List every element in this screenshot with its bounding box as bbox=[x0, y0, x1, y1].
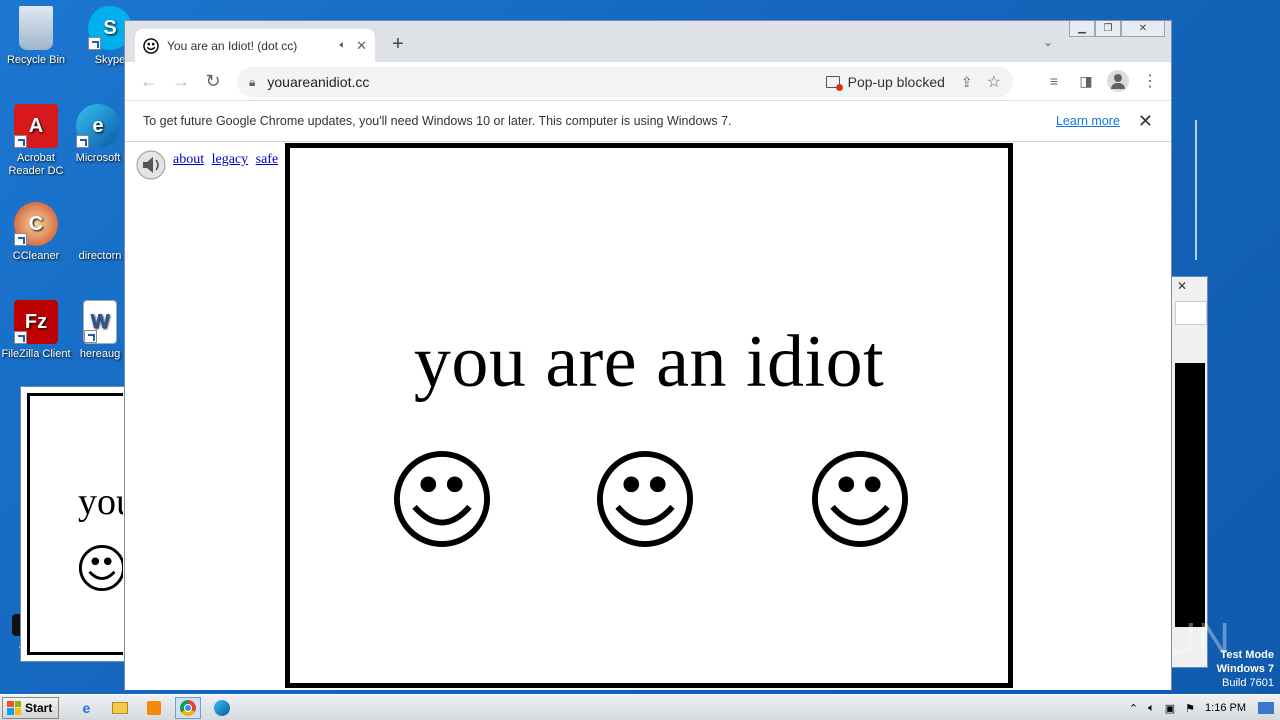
safe-link[interactable]: safe bbox=[256, 152, 279, 167]
desktop-icon-ccleaner[interactable]: C CCleaner bbox=[0, 202, 72, 263]
browser-toolbar: ← → ↻ 🔒︎ youareanidiot.cc Pop-up blocked… bbox=[125, 62, 1171, 100]
popup-text: you bbox=[78, 481, 123, 523]
menu-kebab-icon[interactable]: ⋮ bbox=[1139, 70, 1161, 92]
popup-blocked-indicator[interactable]: Pop-up blocked bbox=[825, 74, 945, 91]
popup-frame: you bbox=[27, 393, 123, 655]
media-control-icon[interactable]: ≡ bbox=[1043, 70, 1065, 92]
idiot-banner: you are an idiot bbox=[285, 143, 1013, 688]
lock-icon[interactable]: 🔒︎ bbox=[249, 75, 255, 90]
restore-icon[interactable]: ❐ bbox=[1095, 21, 1121, 37]
headline: you are an idiot bbox=[413, 321, 885, 403]
bookmark-star-icon[interactable]: ☆ bbox=[987, 72, 1001, 92]
popup-blocked-label: Pop-up blocked bbox=[847, 74, 945, 90]
edge-icon: e bbox=[76, 104, 120, 148]
chevron-down-icon[interactable]: ⌄ bbox=[1043, 35, 1053, 49]
smiley-favicon-icon bbox=[143, 37, 159, 54]
close-window-icon[interactable]: ✕ bbox=[1121, 21, 1165, 37]
page-links: about legacy safe bbox=[173, 152, 282, 168]
internet-explorer-icon[interactable]: e bbox=[73, 697, 99, 719]
infobar-message: To get future Google Chrome updates, you… bbox=[143, 114, 732, 128]
side-panel-icon[interactable]: ◨ bbox=[1075, 70, 1097, 92]
tab-close-icon[interactable]: ✕ bbox=[356, 38, 367, 54]
clock[interactable]: 1:16 PM bbox=[1205, 702, 1246, 714]
smiley-face-icon bbox=[596, 450, 694, 548]
forward-arrow-icon[interactable]: → bbox=[165, 71, 197, 92]
page-content: about legacy safe you are an idiot bbox=[125, 143, 1171, 690]
shortcut-arrow-icon bbox=[88, 37, 101, 50]
desktop-icon-recycle-bin[interactable]: Recycle Bin bbox=[0, 6, 72, 67]
action-center-flag-icon[interactable]: ⚑ bbox=[1185, 702, 1195, 715]
chrome-taskbar-icon[interactable] bbox=[175, 696, 202, 719]
start-label: Start bbox=[25, 700, 53, 715]
speaker-audio-icon[interactable]: 🔈︎ bbox=[339, 39, 346, 52]
test-mode-notice: Test Mode Windows 7 Build 7601 bbox=[1217, 648, 1274, 690]
test-mode-line2: Windows 7 bbox=[1216, 663, 1274, 675]
chrome-window: You are an Idiot! (dot cc) 🔈︎ ✕ + ⌄ ▁ ❐ … bbox=[124, 20, 1172, 690]
close-icon[interactable]: ✕ bbox=[1177, 279, 1187, 293]
desktop-icon-label: CCleaner bbox=[12, 250, 60, 262]
show-desktop-icon[interactable] bbox=[1258, 702, 1274, 714]
edge-taskbar-icon[interactable] bbox=[209, 697, 235, 719]
browser-tab[interactable]: You are an Idiot! (dot cc) 🔈︎ ✕ bbox=[135, 29, 375, 62]
taskbar: Start e ⌃ 🔈︎ ▣ ⚑ 1:16 PM bbox=[0, 694, 1280, 720]
new-tab-plus-icon[interactable]: + bbox=[387, 33, 409, 55]
address-bar[interactable]: 🔒︎ youareanidiot.cc Pop-up blocked ⇪ ☆ bbox=[237, 67, 1013, 97]
show-hidden-icons-icon[interactable]: ⌃ bbox=[1129, 702, 1138, 715]
media-player-icon[interactable] bbox=[141, 697, 167, 719]
smiley-face-icon bbox=[811, 450, 909, 548]
recycle-bin-icon bbox=[19, 6, 53, 50]
windows-logo-icon bbox=[7, 700, 21, 715]
volume-icon[interactable]: 🔈︎ bbox=[1148, 702, 1155, 715]
window-controls: ▁ ❐ ✕ bbox=[1069, 21, 1165, 37]
popup-blocked-icon bbox=[825, 76, 843, 91]
minimize-icon[interactable]: ▁ bbox=[1069, 21, 1095, 37]
network-icon[interactable]: ▣ bbox=[1165, 702, 1175, 715]
learn-more-link[interactable]: Learn more bbox=[1056, 114, 1120, 128]
ccleaner-icon: C bbox=[14, 202, 58, 246]
shortcut-arrow-icon bbox=[14, 233, 27, 246]
test-mode-line1: Test Mode bbox=[1220, 649, 1274, 661]
update-infobar: To get future Google Chrome updates, you… bbox=[125, 100, 1171, 142]
shortcut-arrow-icon bbox=[84, 330, 97, 343]
about-link[interactable]: about bbox=[173, 152, 204, 167]
share-icon[interactable]: ⇪ bbox=[961, 74, 973, 91]
system-tray: ⌃ 🔈︎ ▣ ⚑ 1:16 PM bbox=[1129, 695, 1280, 720]
infobar-close-icon[interactable]: ✕ bbox=[1138, 111, 1153, 132]
desktop-light-streak bbox=[1195, 120, 1197, 260]
desktop-icon-label: Recycle Bin bbox=[6, 54, 66, 66]
start-button[interactable]: Start bbox=[2, 696, 60, 719]
file-explorer-icon[interactable] bbox=[107, 697, 133, 719]
reload-icon[interactable]: ↻ bbox=[197, 71, 229, 92]
word-document-icon: W bbox=[83, 300, 117, 344]
popup-address-bar bbox=[1175, 301, 1207, 325]
background-popup-window-left[interactable]: you bbox=[20, 386, 130, 662]
legacy-link[interactable]: legacy bbox=[212, 152, 249, 167]
blank-file-icon bbox=[78, 202, 122, 246]
desktop-icon-filezilla[interactable]: Fz FileZilla Client bbox=[0, 300, 72, 361]
shortcut-arrow-icon bbox=[76, 135, 89, 148]
toolbar-actions: ≡ ◨ ⋮ bbox=[1043, 70, 1161, 92]
filezilla-icon: Fz bbox=[14, 300, 58, 344]
profile-avatar-icon[interactable] bbox=[1107, 70, 1129, 92]
shortcut-arrow-icon bbox=[14, 331, 27, 344]
shortcut-arrow-icon bbox=[14, 135, 27, 148]
url-text[interactable]: youareanidiot.cc bbox=[267, 74, 825, 90]
desktop-icon-label: FileZilla Client bbox=[1, 348, 71, 360]
popup-black-area bbox=[1175, 363, 1205, 627]
back-arrow-icon[interactable]: ← bbox=[133, 71, 165, 92]
background-popup-window-right[interactable]: ✕ bbox=[1170, 276, 1208, 668]
tab-title: You are an Idiot! (dot cc) bbox=[167, 38, 298, 53]
smiley-face-icon bbox=[78, 544, 123, 592]
test-mode-line3: Build 7601 bbox=[1222, 677, 1274, 689]
acrobat-icon: A bbox=[14, 104, 58, 148]
speaker-icon[interactable] bbox=[135, 149, 167, 181]
smiley-face-icon bbox=[393, 450, 491, 548]
tab-strip: You are an Idiot! (dot cc) 🔈︎ ✕ + ⌄ ▁ ❐ … bbox=[125, 21, 1171, 62]
